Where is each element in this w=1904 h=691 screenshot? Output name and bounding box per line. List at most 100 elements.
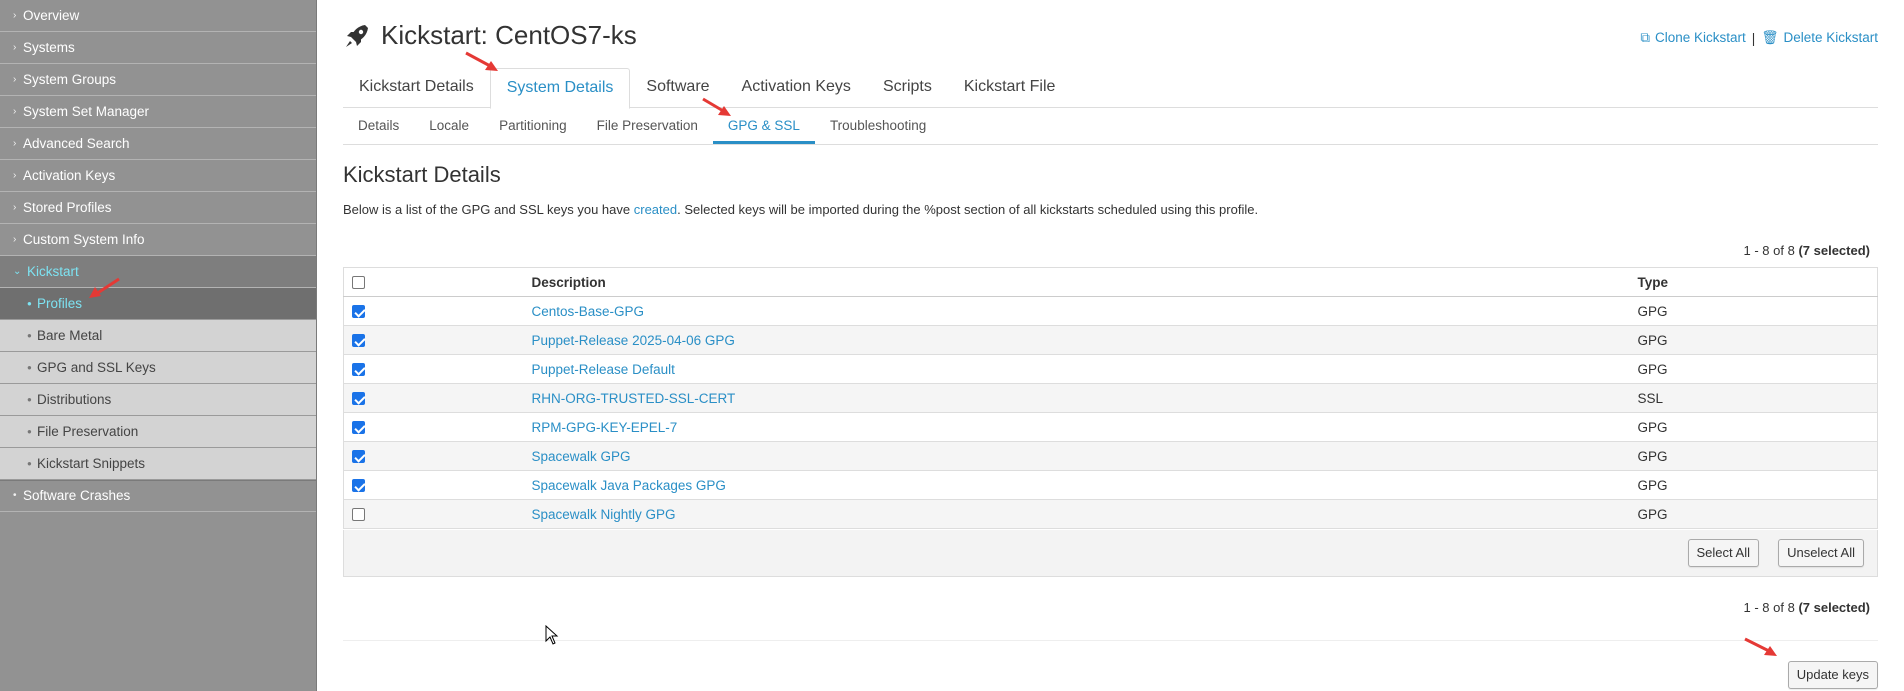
sidebar-item-kickstart[interactable]: ⌄ Kickstart — [0, 256, 316, 288]
sidebar-subitem-file-preservation[interactable]: ● File Preservation — [0, 416, 316, 448]
row-checkbox-cell — [343, 296, 524, 326]
row-checkbox[interactable] — [352, 450, 365, 464]
chevron-right-icon: › — [13, 233, 17, 245]
sidebar-item-system-set-manager[interactable]: › System Set Manager — [0, 96, 316, 128]
bullet-icon: ● — [27, 331, 32, 340]
sidebar-item-label: Activation Keys — [23, 167, 116, 183]
table-row: Puppet-Release Default GPG — [343, 354, 1878, 384]
row-checkbox[interactable] — [352, 363, 365, 377]
subtab-troubleshooting[interactable]: Troubleshooting — [815, 108, 941, 144]
sidebar-item-overview[interactable]: › Overview — [0, 0, 316, 32]
sidebar-subitem-gpg-and-ssl-keys[interactable]: ● GPG and SSL Keys — [0, 352, 316, 384]
sidebar-item-system-groups[interactable]: › System Groups — [0, 64, 316, 96]
tab-kickstart-details[interactable]: Kickstart Details — [343, 68, 490, 108]
type-cell: GPG — [1629, 412, 1878, 442]
sidebar-subitem-bare-metal[interactable]: ● Bare Metal — [0, 320, 316, 352]
tab-kickstart-file[interactable]: Kickstart File — [948, 68, 1072, 108]
pager-range: 1 - 8 of 8 — [1743, 243, 1795, 258]
secondary-tabs: Details Locale Partitioning File Preservati… — [343, 108, 1878, 145]
primary-tabs: Kickstart Details System Details Software A… — [343, 68, 1878, 109]
description-cell: Spacewalk GPG — [523, 441, 1630, 471]
description-cell: RPM-GPG-KEY-EPEL-7 — [523, 412, 1630, 442]
update-keys-button[interactable]: Update keys — [1787, 661, 1878, 689]
keys-table: Description Type Centos-Base-GPG GPG Puppe… — [343, 267, 1878, 529]
table-row: Spacewalk Java Packages GPG GPG — [343, 470, 1878, 500]
row-checkbox-cell — [343, 441, 524, 471]
sidebar-subitem-label: File Preservation — [37, 424, 139, 439]
pager-selected: (7 selected) — [1798, 600, 1870, 615]
tab-scripts[interactable]: Scripts — [867, 68, 948, 108]
key-description-link[interactable]: Puppet-Release 2025-04-06 GPG — [532, 333, 735, 348]
sidebar-subitem-profiles[interactable]: ● Profiles — [0, 288, 316, 320]
sidebar-item-label: System Groups — [23, 71, 117, 87]
row-checkbox[interactable] — [352, 392, 365, 406]
sidebar-subitem-kickstart-snippets[interactable]: ● Kickstart Snippets — [0, 448, 316, 480]
chevron-right-icon: › — [13, 9, 17, 21]
pager-selected: (7 selected) — [1798, 243, 1870, 258]
type-cell: SSL — [1629, 383, 1878, 413]
sidebar-item-advanced-search[interactable]: › Advanced Search — [0, 128, 316, 160]
annotation-arrow-icon — [702, 97, 731, 116]
subtab-locale[interactable]: Locale — [414, 108, 484, 144]
sidebar-subitem-distributions[interactable]: ● Distributions — [0, 384, 316, 416]
select-all-button[interactable]: Select All — [1687, 539, 1759, 567]
chevron-right-icon: › — [13, 137, 17, 149]
key-description-link[interactable]: Spacewalk Java Packages GPG — [532, 478, 726, 493]
subtab-details[interactable]: Details — [343, 108, 414, 144]
row-checkbox[interactable] — [352, 421, 365, 435]
sidebar-item-activation-keys[interactable]: › Activation Keys — [0, 160, 316, 192]
trash-icon: 🗑 — [1761, 30, 1779, 45]
row-checkbox[interactable] — [352, 508, 365, 522]
bullet-icon: ● — [27, 427, 32, 436]
main-content: Kickstart: CentOS7-ks ⧉ Clone Kickstart |… — [343, 0, 1878, 691]
chevron-down-icon: ⌄ — [13, 265, 22, 277]
row-checkbox-cell — [343, 383, 524, 413]
tab-system-details[interactable]: System Details — [489, 68, 631, 109]
bullet-icon: • — [13, 490, 17, 501]
sidebar-item-systems[interactable]: › Systems — [0, 32, 316, 64]
sidebar-subitem-label: Kickstart Snippets — [37, 456, 146, 471]
table-row: Centos-Base-GPG GPG — [343, 296, 1878, 326]
rocket-icon — [346, 25, 368, 47]
row-checkbox[interactable] — [352, 334, 365, 348]
table-header-row: Description Type — [343, 267, 1878, 297]
chevron-right-icon: › — [13, 169, 17, 181]
chevron-right-icon: › — [13, 105, 17, 117]
table-row: Spacewalk Nightly GPG GPG — [343, 499, 1878, 529]
sidebar-item-label: Advanced Search — [23, 135, 130, 151]
sidebar-subitem-label: GPG and SSL Keys — [37, 360, 156, 375]
key-description-link[interactable]: RPM-GPG-KEY-EPEL-7 — [532, 420, 678, 435]
table-footer: Select All Unselect All — [343, 530, 1878, 577]
key-description-link[interactable]: Spacewalk GPG — [532, 449, 631, 464]
column-header-type: Type — [1629, 267, 1878, 297]
key-description-link[interactable]: RHN-ORG-TRUSTED-SSL-CERT — [532, 391, 736, 406]
delete-kickstart-link[interactable]: 🗑 Delete Kickstart — [1761, 30, 1878, 46]
tab-activation-keys[interactable]: Activation Keys — [726, 68, 867, 108]
description-cell: Puppet-Release 2025-04-06 GPG — [523, 325, 1630, 355]
key-description-link[interactable]: Spacewalk Nightly GPG — [532, 507, 676, 522]
pager-bottom: 1 - 8 of 8 (7 selected) — [1744, 600, 1870, 615]
key-description-link[interactable]: Puppet-Release Default — [532, 362, 675, 377]
table-row: Puppet-Release 2025-04-06 GPG GPG — [343, 325, 1878, 355]
row-checkbox-cell — [343, 470, 524, 500]
key-description-link[interactable]: Centos-Base-GPG — [532, 304, 645, 319]
description-text: Below is a list of the GPG and SSL keys … — [343, 202, 1258, 217]
unselect-all-button[interactable]: Unselect All — [1778, 539, 1864, 567]
chevron-right-icon: › — [13, 73, 17, 85]
row-checkbox[interactable] — [352, 305, 365, 319]
sidebar-item-custom-system-info[interactable]: › Custom System Info — [0, 224, 316, 256]
type-cell: GPG — [1629, 296, 1878, 326]
pager-range: 1 - 8 of 8 — [1743, 600, 1795, 615]
clone-kickstart-link[interactable]: ⧉ Clone Kickstart — [1640, 30, 1745, 46]
select-all-checkbox[interactable] — [352, 276, 365, 290]
sidebar-item-stored-profiles[interactable]: › Stored Profiles — [0, 192, 316, 224]
row-checkbox[interactable] — [352, 479, 365, 493]
type-cell: GPG — [1629, 325, 1878, 355]
subtab-partitioning[interactable]: Partitioning — [484, 108, 582, 144]
subtab-file-preservation[interactable]: File Preservation — [582, 108, 713, 144]
clone-kickstart-label: Clone Kickstart — [1655, 30, 1746, 45]
sidebar-item-label: System Set Manager — [23, 103, 150, 119]
table-row: Spacewalk GPG GPG — [343, 441, 1878, 471]
created-link[interactable]: created — [634, 202, 677, 217]
sidebar-item-software-crashes[interactable]: • Software Crashes — [0, 480, 316, 512]
